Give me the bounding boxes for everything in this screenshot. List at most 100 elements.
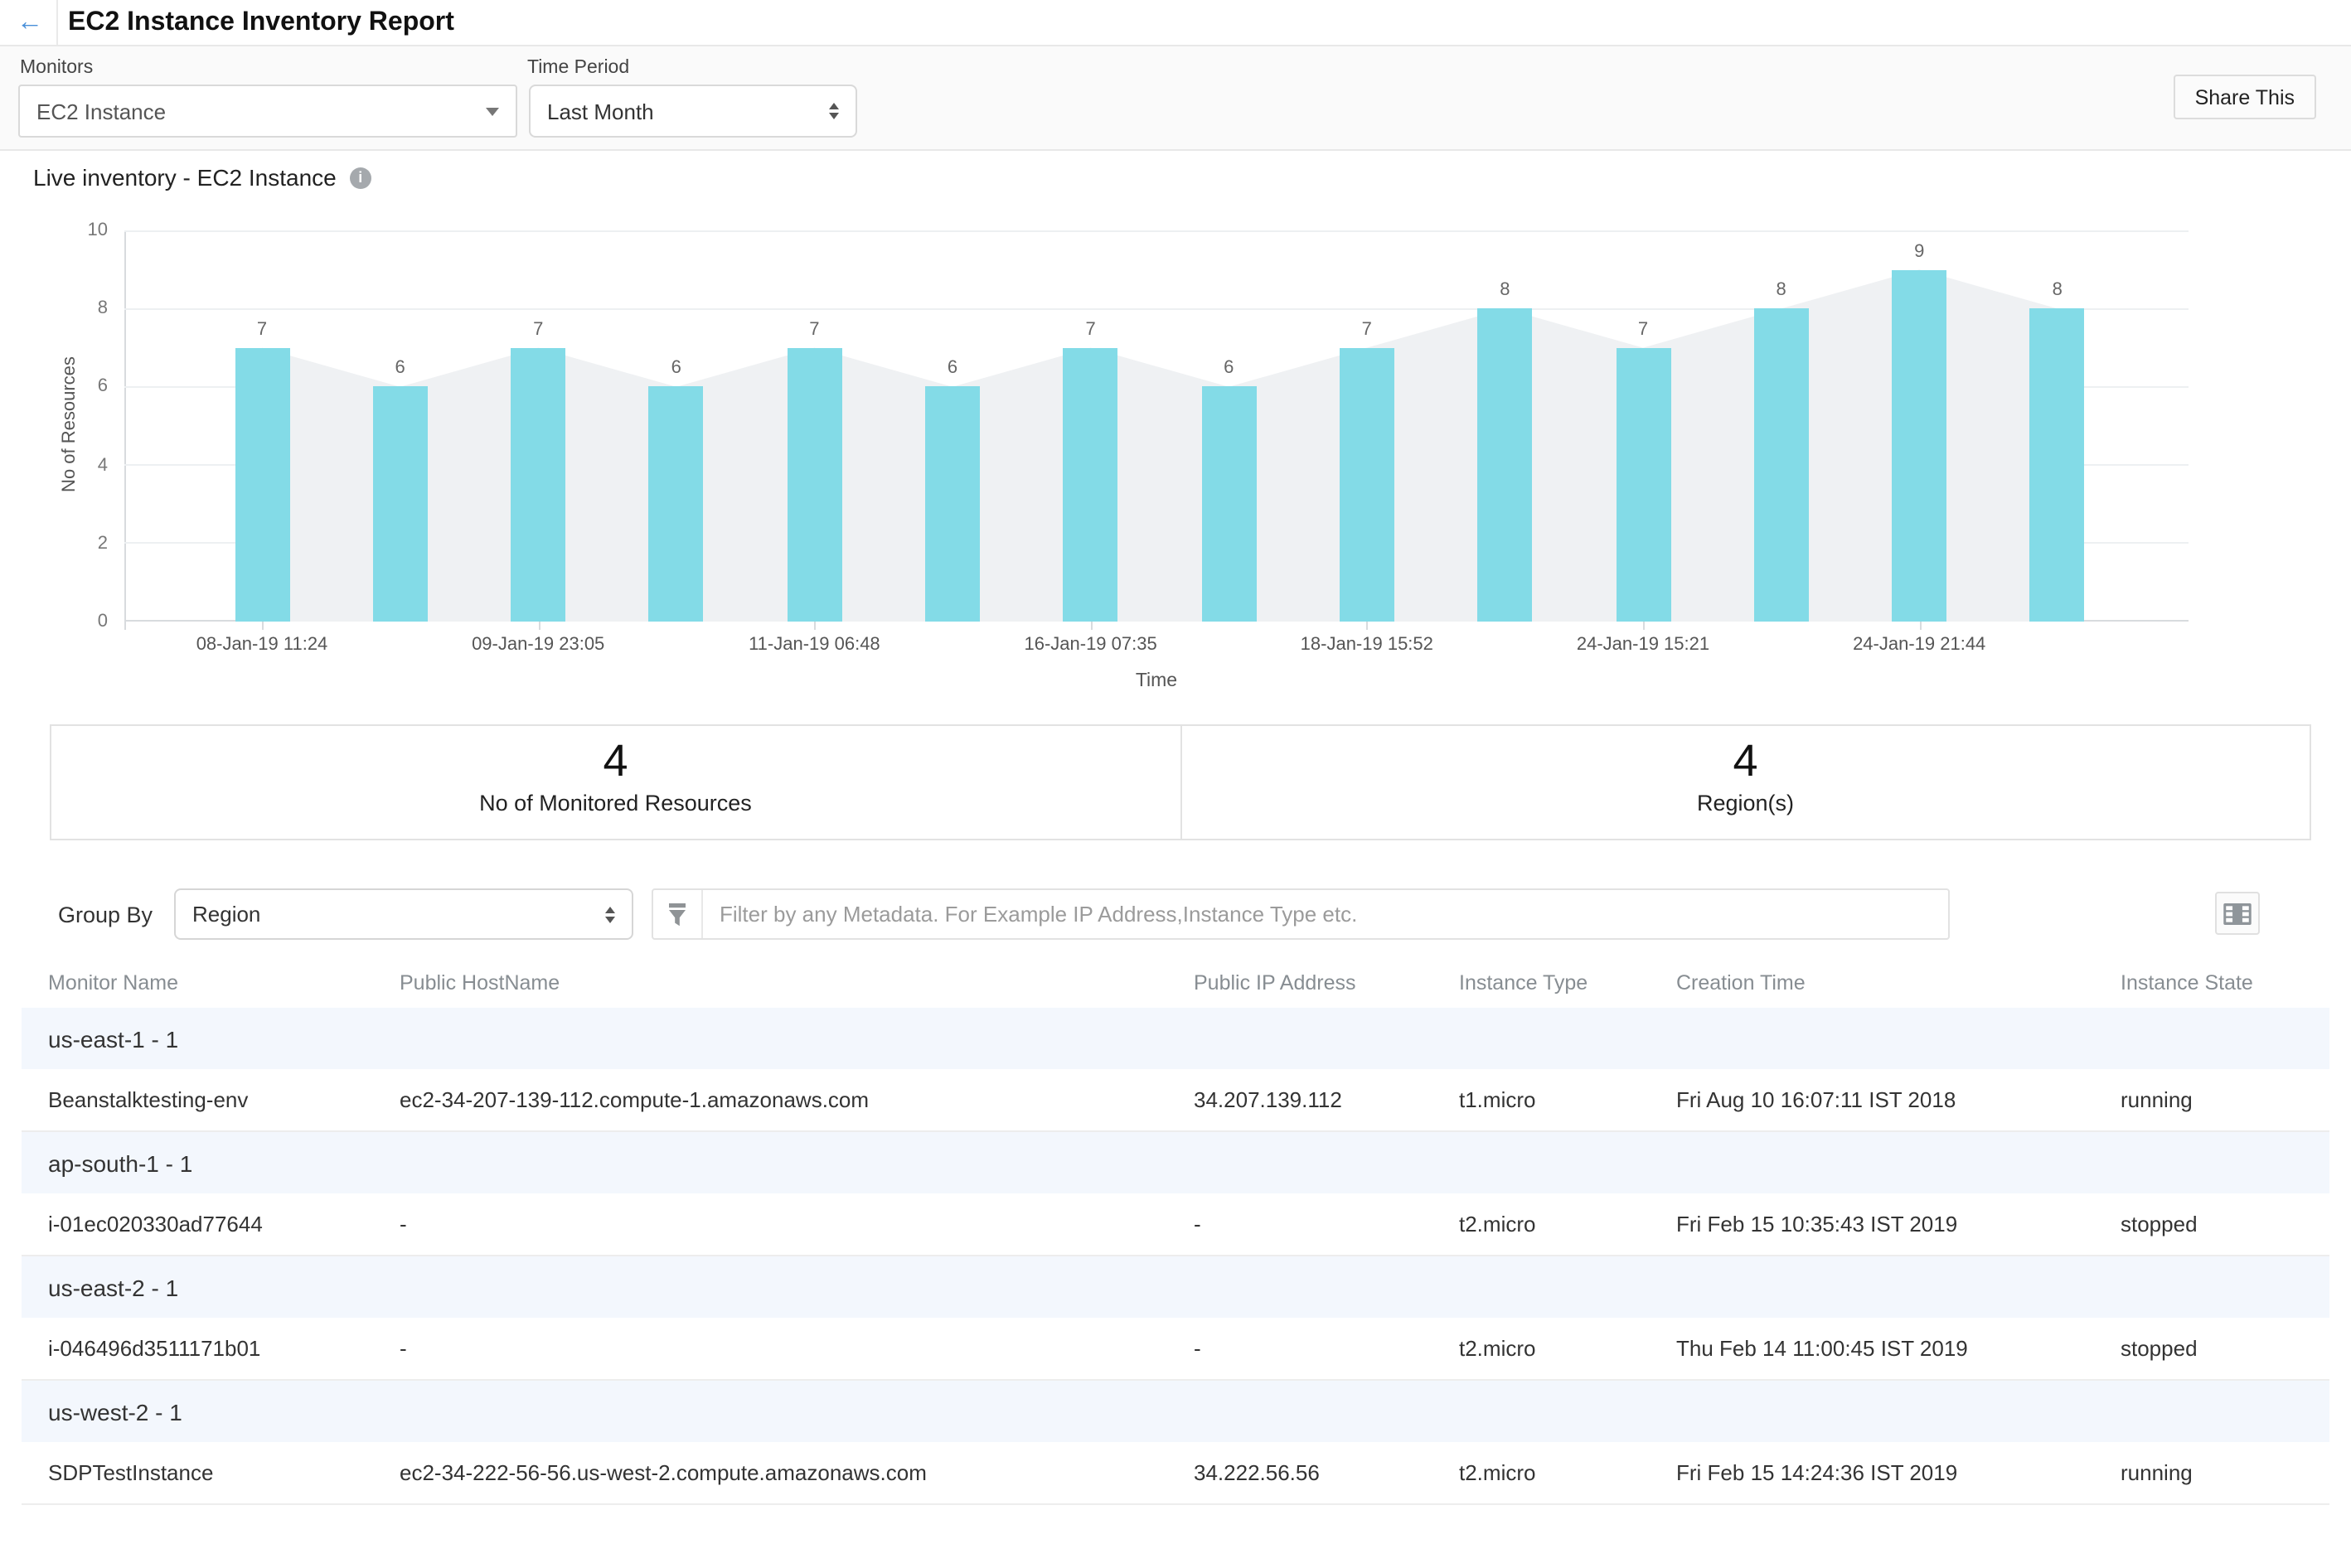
inventory-table: Monitor NamePublic HostNamePublic IP Add… xyxy=(22,956,2329,1505)
chart-bar[interactable] xyxy=(1477,308,1532,622)
stepper-icon xyxy=(605,906,615,922)
page: ← EC2 Instance Inventory Report Monitors… xyxy=(0,0,2351,1568)
x-axis-tick xyxy=(1919,622,1921,630)
chart-bar[interactable] xyxy=(511,348,565,622)
chevron-down-icon xyxy=(486,107,499,115)
inventory-table-body: us-east-1 - 1Beanstalktesting-envec2-34-… xyxy=(22,1008,2329,1504)
y-axis-tick-label: 0 xyxy=(0,612,108,632)
group-row: us-east-2 - 1 xyxy=(22,1256,2329,1318)
group-row: us-east-1 - 1 xyxy=(22,1008,2329,1069)
bar-value-label: 6 xyxy=(928,359,977,379)
table-cell: 34.222.56.56 xyxy=(1194,1442,1459,1504)
monitors-label: Monitors xyxy=(20,58,93,78)
monitors-select[interactable]: EC2 Instance xyxy=(18,85,517,138)
chart-bar[interactable] xyxy=(1340,348,1394,622)
y-axis-tick-label: 4 xyxy=(0,455,108,475)
x-axis-tick-label: 08-Jan-19 11:24 xyxy=(162,635,361,655)
x-axis-tick-label: 11-Jan-19 06:48 xyxy=(715,635,914,655)
monitored-resources-label: No of Monitored Resources xyxy=(51,791,1180,815)
summary-card-regions: 4 Region(s) xyxy=(1181,726,2310,839)
table-row[interactable]: Beanstalktesting-envec2-34-207-139-112.c… xyxy=(22,1069,2329,1131)
chart-bar[interactable] xyxy=(373,387,428,622)
back-arrow-icon[interactable]: ← xyxy=(17,9,43,36)
table-row[interactable]: i-046496d3511171b01--t2.microThu Feb 14 … xyxy=(22,1318,2329,1380)
regions-count: 4 xyxy=(1181,736,2310,786)
table-row[interactable]: SDPTestInstanceec2-34-222-56-56.us-west-… xyxy=(22,1442,2329,1504)
group-by-select[interactable]: Region xyxy=(174,888,633,940)
group-row: us-west-2 - 1 xyxy=(22,1380,2329,1442)
x-axis-tick-label: 24-Jan-19 21:44 xyxy=(1820,635,2019,655)
x-axis-tick xyxy=(814,622,816,630)
column-chooser-button[interactable] xyxy=(2215,892,2260,935)
column-header[interactable]: Public HostName xyxy=(400,956,1194,1008)
x-axis-tick xyxy=(1091,622,1093,630)
table-cell: - xyxy=(1194,1318,1459,1380)
filter-funnel-icon[interactable] xyxy=(653,890,703,938)
table-cell: stopped xyxy=(2121,1318,2329,1380)
metadata-filter-input[interactable] xyxy=(703,890,1948,938)
column-header[interactable]: Instance State xyxy=(2121,956,2329,1008)
chart-bar[interactable] xyxy=(787,348,841,622)
metadata-filter-box xyxy=(652,888,1950,940)
regions-label: Region(s) xyxy=(1181,791,2310,815)
toolbar: Monitors EC2 Instance Time Period Last M… xyxy=(0,46,2351,151)
bar-value-label: 7 xyxy=(1066,320,1116,340)
bar-value-label: 7 xyxy=(1342,320,1392,340)
table-columns-icon xyxy=(2223,903,2252,924)
info-icon[interactable]: i xyxy=(350,167,371,188)
group-by-label: Group By xyxy=(58,903,153,927)
chart-bar[interactable] xyxy=(1201,387,1256,622)
group-row: ap-south-1 - 1 xyxy=(22,1131,2329,1193)
chart-bar[interactable] xyxy=(649,387,704,622)
time-period-label: Time Period xyxy=(527,58,629,78)
share-this-button[interactable]: Share This xyxy=(2174,75,2316,119)
bar-value-label: 8 xyxy=(2033,280,2082,300)
y-axis-tick-label: 8 xyxy=(0,298,108,318)
bar-value-label: 6 xyxy=(1204,359,1253,379)
chart-bar[interactable] xyxy=(925,387,980,622)
table-cell: Thu Feb 14 11:00:45 IST 2019 xyxy=(1676,1318,2121,1380)
table-cell: - xyxy=(400,1318,1194,1380)
x-axis-tick-label: 18-Jan-19 15:52 xyxy=(1268,635,1466,655)
table-header-row: Monitor NamePublic HostNamePublic IP Add… xyxy=(22,956,2329,1008)
column-header[interactable]: Public IP Address xyxy=(1194,956,1459,1008)
bar-value-label: 6 xyxy=(652,359,701,379)
time-period-select[interactable]: Last Month xyxy=(529,85,857,138)
column-header[interactable]: Monitor Name xyxy=(22,956,400,1008)
bar-value-label: 7 xyxy=(237,320,287,340)
table-cell: Fri Feb 15 10:35:43 IST 2019 xyxy=(1676,1193,2121,1256)
group-label: us-east-1 - 1 xyxy=(22,1008,2329,1069)
group-label: ap-south-1 - 1 xyxy=(22,1131,2329,1193)
table-cell: SDPTestInstance xyxy=(22,1442,400,1504)
chart-bar[interactable] xyxy=(1616,348,1670,622)
filter-row: Group By Region xyxy=(0,883,2351,946)
header-divider xyxy=(56,0,58,45)
column-header[interactable]: Creation Time xyxy=(1676,956,2121,1008)
group-label: us-west-2 - 1 xyxy=(22,1380,2329,1442)
summary-cards: 4 No of Monitored Resources 4 Region(s) xyxy=(50,724,2311,840)
x-axis-tick xyxy=(262,622,264,630)
chart-section: Live inventory - EC2 Instance i No of Re… xyxy=(0,149,2351,724)
table-cell: i-01ec020330ad77644 xyxy=(22,1193,400,1256)
table-cell: - xyxy=(400,1193,1194,1256)
y-axis-tick-label: 10 xyxy=(0,220,108,240)
summary-card-resources: 4 No of Monitored Resources xyxy=(51,726,1181,839)
group-label: us-east-2 - 1 xyxy=(22,1256,2329,1318)
table-cell: t2.micro xyxy=(1459,1442,1676,1504)
chart-bar[interactable] xyxy=(235,348,289,622)
x-axis-tick-label: 09-Jan-19 23:05 xyxy=(439,635,637,655)
table-row[interactable]: i-01ec020330ad77644--t2.microFri Feb 15 … xyxy=(22,1193,2329,1256)
chart-bar[interactable] xyxy=(1754,308,1809,622)
page-title: EC2 Instance Inventory Report xyxy=(68,7,454,37)
table-cell: t2.micro xyxy=(1459,1193,1676,1256)
bar-value-label: 9 xyxy=(1894,241,1944,261)
chart-bar[interactable] xyxy=(2030,308,2085,622)
table-cell: t1.micro xyxy=(1459,1069,1676,1131)
table-cell: t2.micro xyxy=(1459,1318,1676,1380)
chart-bar[interactable] xyxy=(1064,348,1118,622)
bar-value-label: 7 xyxy=(1618,320,1668,340)
table-cell: stopped xyxy=(2121,1193,2329,1256)
chart-bar[interactable] xyxy=(1892,269,1946,622)
column-header[interactable]: Instance Type xyxy=(1459,956,1676,1008)
monitors-select-value: EC2 Instance xyxy=(36,99,166,123)
